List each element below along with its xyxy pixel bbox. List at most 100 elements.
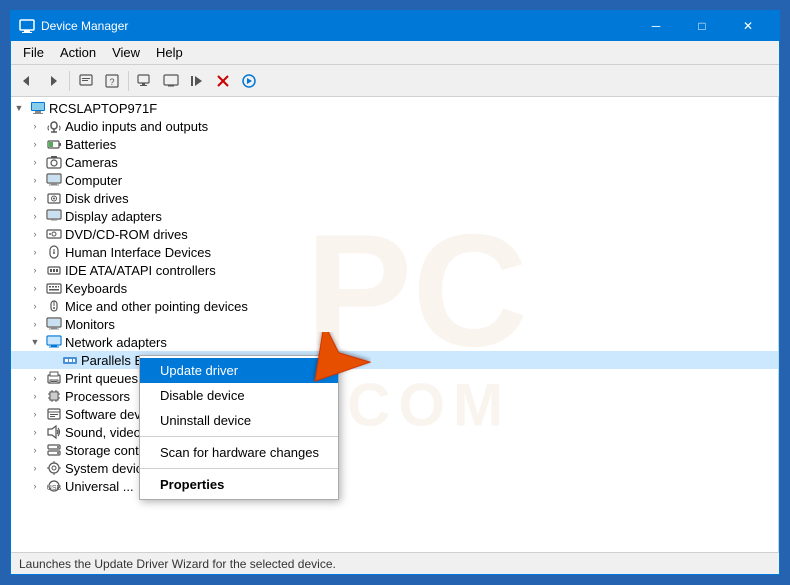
close-button[interactable]: ✕: [725, 11, 771, 41]
tree-item-processor[interactable]: › Processors: [11, 387, 778, 405]
sound-icon: [46, 424, 62, 440]
ctx-scan-changes[interactable]: Scan for hardware changes: [140, 440, 338, 465]
status-bar: Launches the Update Driver Wizard for th…: [11, 552, 779, 574]
software-expander[interactable]: ›: [27, 406, 43, 422]
usb-expander[interactable]: ›: [27, 478, 43, 494]
tree-item-computer[interactable]: › Computer: [11, 171, 778, 189]
tree-panel[interactable]: PC .COM ▼ RCSLAPTOP971F ›: [11, 97, 779, 552]
processor-icon: [46, 388, 62, 404]
ctx-disable-device[interactable]: Disable device: [140, 383, 338, 408]
window-controls: ─ □ ✕: [633, 11, 771, 41]
enable-device-button[interactable]: [185, 69, 209, 93]
title-bar: Device Manager ─ □ ✕: [11, 11, 779, 41]
system-expander[interactable]: ›: [27, 460, 43, 476]
print-expander[interactable]: ›: [27, 370, 43, 386]
dvd-label: DVD/CD-ROM drives: [65, 227, 188, 242]
keyboard-expander[interactable]: ›: [27, 280, 43, 296]
window-icon: [19, 18, 35, 34]
tree-item-keyboard[interactable]: › Keyboards: [11, 279, 778, 297]
context-menu: Update driver Disable device Uninstall d…: [139, 355, 339, 500]
minimize-button[interactable]: ─: [633, 11, 679, 41]
tree-item-usb[interactable]: › USB Universal ...: [11, 477, 778, 495]
cameras-label: Cameras: [65, 155, 118, 170]
mice-expander[interactable]: ›: [27, 298, 43, 314]
tree-item-batteries[interactable]: › Batteries: [11, 135, 778, 153]
monitors-label: Monitors: [65, 317, 115, 332]
usb-label: Universal ...: [65, 479, 134, 494]
toolbar: ?: [11, 65, 779, 97]
tree-item-sound[interactable]: › Sound, video and game controllers: [11, 423, 778, 441]
tree-item-audio[interactable]: › Audio inputs and outputs: [11, 117, 778, 135]
dvd-expander[interactable]: ›: [27, 226, 43, 242]
tree-item-cameras[interactable]: › Cameras: [11, 153, 778, 171]
disable-device-button[interactable]: [211, 69, 235, 93]
tree-item-storage[interactable]: › Storage controllers: [11, 441, 778, 459]
tree-item-mice[interactable]: › Mice and other pointing devices: [11, 297, 778, 315]
monitors-expander[interactable]: ›: [27, 316, 43, 332]
scan-button[interactable]: [133, 69, 157, 93]
computer-label: Computer: [65, 173, 122, 188]
sound-expander[interactable]: ›: [27, 424, 43, 440]
hid-expander[interactable]: ›: [27, 244, 43, 260]
tree-item-hid[interactable]: › Human Interface Devices: [11, 243, 778, 261]
window-title: Device Manager: [41, 19, 633, 33]
ide-icon: [46, 262, 62, 278]
audio-expander[interactable]: ›: [27, 118, 43, 134]
maximize-button[interactable]: □: [679, 11, 725, 41]
cameras-expander[interactable]: ›: [27, 154, 43, 170]
root-expander[interactable]: ▼: [11, 100, 27, 116]
display-label: Display adapters: [65, 209, 162, 224]
display-expander[interactable]: ›: [27, 208, 43, 224]
ide-label: IDE ATA/ATAPI controllers: [65, 263, 216, 278]
tree-item-ide[interactable]: › IDE ATA/ATAPI controllers: [11, 261, 778, 279]
network-label: Network adapters: [65, 335, 167, 350]
properties-button[interactable]: [74, 69, 98, 93]
storage-icon: [46, 442, 62, 458]
print-label: Print queues: [65, 371, 138, 386]
tree-root[interactable]: ▼ RCSLAPTOP971F: [11, 99, 778, 117]
monitors-icon: [46, 316, 62, 332]
ctx-properties[interactable]: Properties: [140, 472, 338, 497]
processor-expander[interactable]: ›: [27, 388, 43, 404]
device-manager-window: Device Manager ─ □ ✕ File Action View He…: [10, 10, 780, 575]
computer-item-icon: [46, 172, 62, 188]
disk-expander[interactable]: ›: [27, 190, 43, 206]
tree-item-display[interactable]: › Display adapters: [11, 207, 778, 225]
tree-item-dvd[interactable]: › DVD/CD-ROM drives: [11, 225, 778, 243]
tree-item-system[interactable]: › System devices: [11, 459, 778, 477]
forward-button[interactable]: [41, 69, 65, 93]
tree-item-print[interactable]: › Print queues: [11, 369, 778, 387]
tree-item-software[interactable]: › Software devices: [11, 405, 778, 423]
menu-view[interactable]: View: [104, 43, 148, 62]
mice-label: Mice and other pointing devices: [65, 299, 248, 314]
monitor-button[interactable]: [159, 69, 183, 93]
disk-icon: [46, 190, 62, 206]
computer-icon: [30, 100, 46, 116]
menu-help[interactable]: Help: [148, 43, 191, 62]
mice-icon: [46, 298, 62, 314]
back-button[interactable]: [15, 69, 39, 93]
tree-item-disk[interactable]: › Disk drives: [11, 189, 778, 207]
network-icon: [46, 334, 62, 350]
parallels-icon: [62, 352, 78, 368]
storage-expander[interactable]: ›: [27, 442, 43, 458]
keyboard-icon: [46, 280, 62, 296]
ide-expander[interactable]: ›: [27, 262, 43, 278]
menu-action[interactable]: Action: [52, 43, 104, 62]
network-expander[interactable]: ▼: [27, 334, 43, 350]
ctx-update-driver[interactable]: Update driver: [140, 358, 338, 383]
tree-item-network[interactable]: ▼ Network adapters: [11, 333, 778, 351]
menu-file[interactable]: File: [15, 43, 52, 62]
batteries-expander[interactable]: ›: [27, 136, 43, 152]
computer-expander[interactable]: ›: [27, 172, 43, 188]
ctx-uninstall-device[interactable]: Uninstall device: [140, 408, 338, 433]
svg-text:USB: USB: [47, 485, 62, 492]
ctx-separator-2: [140, 468, 338, 469]
audio-icon: [46, 118, 62, 134]
menu-bar: File Action View Help: [11, 41, 779, 65]
uninstall-button[interactable]: [237, 69, 261, 93]
tree-item-parallels[interactable]: Parallels Ethernet Adapter: [11, 351, 778, 369]
update-driver-button[interactable]: ?: [100, 69, 124, 93]
dvd-icon: [46, 226, 62, 242]
tree-item-monitors[interactable]: › Monitors: [11, 315, 778, 333]
